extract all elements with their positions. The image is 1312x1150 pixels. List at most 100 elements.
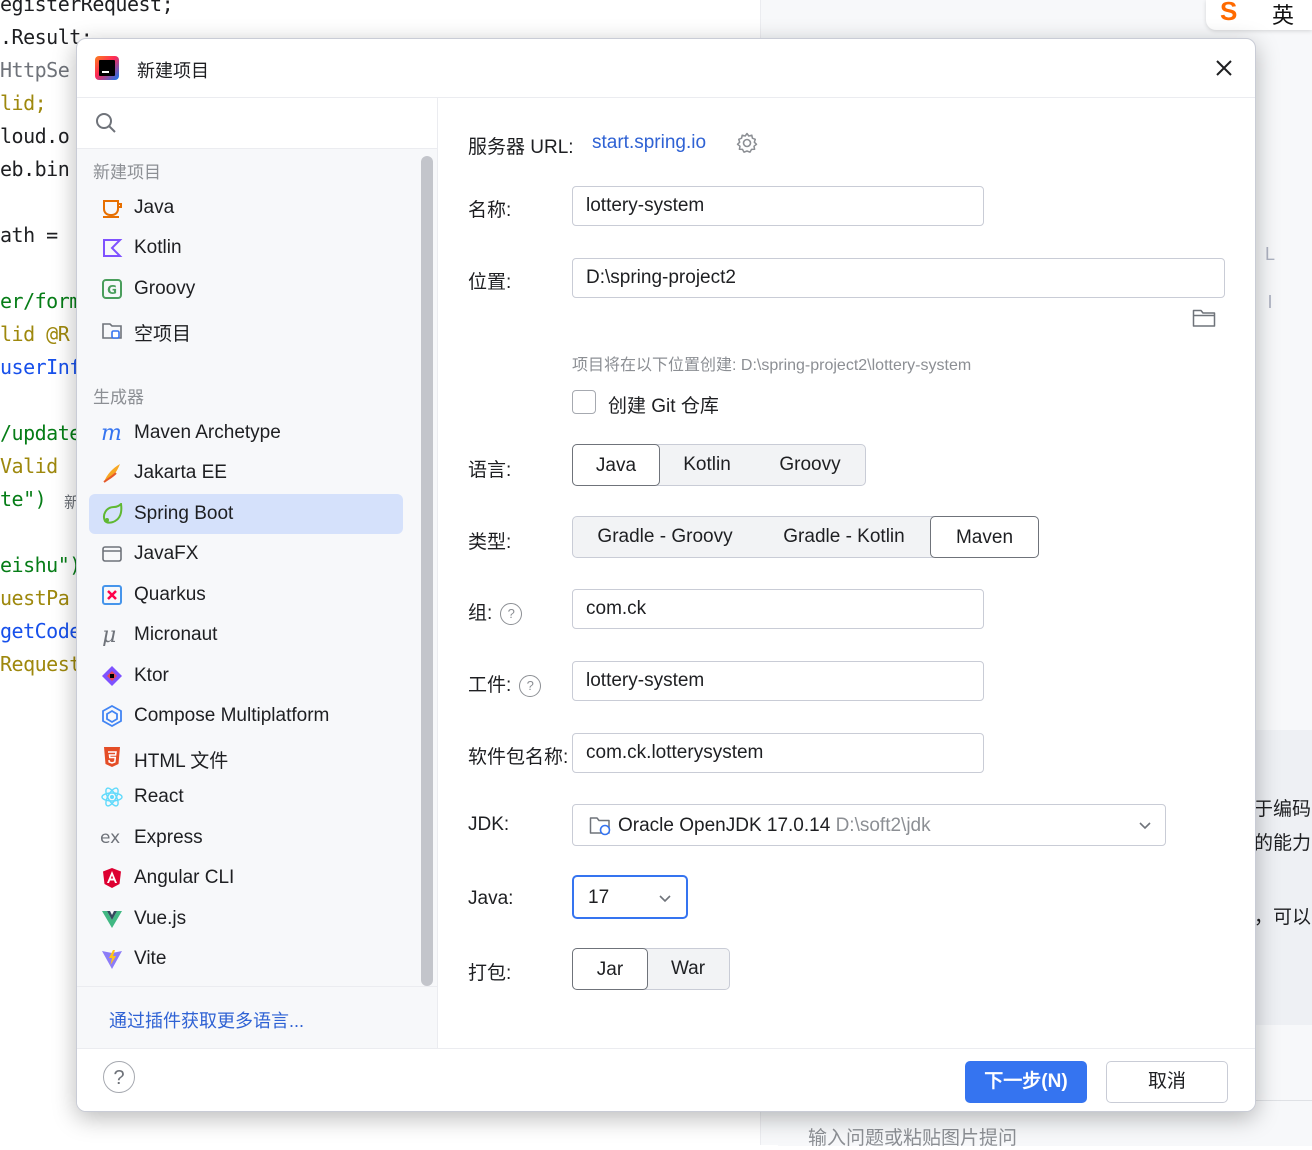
- java-cup-icon: [103, 200, 122, 218]
- sidebar-item-label: HTML 文件: [134, 751, 229, 772]
- create-git-checkbox[interactable]: [572, 390, 596, 414]
- sidebar-item-label: Vue.js: [134, 908, 187, 929]
- section-new-project: 新建项目: [93, 163, 161, 182]
- sidebar-item-label: Maven Archetype: [134, 422, 281, 443]
- sidebar-item-spring-boot[interactable]: Spring Boot: [89, 494, 403, 534]
- sidebar-item-vuejs[interactable]: Vue.js: [89, 899, 403, 939]
- sidebar-item-java[interactable]: Java: [89, 188, 403, 228]
- create-git-label[interactable]: 创建 Git 仓库: [608, 391, 719, 418]
- code-line: eb.bin: [0, 157, 70, 181]
- sidebar-item-vite[interactable]: Vite: [89, 939, 403, 979]
- sidebar-item-micronaut[interactable]: μ Micronaut: [89, 615, 403, 655]
- bg-snippet: ，可以: [1254, 907, 1312, 928]
- code-line: /update: [0, 421, 81, 445]
- dialog-titlebar: 新建项目: [77, 39, 1255, 98]
- ime-language-indicator[interactable]: 英: [1272, 0, 1294, 30]
- code-line: egisterRequest;: [0, 0, 174, 16]
- sidebar-item-label: React: [134, 786, 184, 807]
- packaging-option-war[interactable]: War: [648, 948, 728, 990]
- language-option-groovy[interactable]: Groovy: [757, 444, 863, 486]
- help-icon[interactable]: ?: [519, 674, 542, 697]
- chevron-down-icon: [659, 895, 671, 903]
- server-url-link[interactable]: start.spring.io: [592, 132, 706, 154]
- sidebar-item-maven-archetype[interactable]: m Maven Archetype: [89, 413, 403, 453]
- sidebar-item-compose-multiplatform[interactable]: Compose Multiplatform: [89, 696, 403, 736]
- sidebar-search[interactable]: [77, 98, 437, 149]
- code-line: getCode: [0, 619, 81, 643]
- sidebar-scrollbar[interactable]: [421, 156, 433, 986]
- sidebar-item-javafx[interactable]: JavaFX: [89, 534, 403, 574]
- sidebar-item-react[interactable]: React: [89, 777, 403, 817]
- bg-snippet: 的能力.: [1254, 833, 1312, 854]
- packaging-label: 打包:: [468, 963, 512, 984]
- kotlin-icon: [103, 239, 123, 257]
- code-line: ath =: [0, 223, 58, 247]
- name-input[interactable]: lottery-system: [572, 186, 984, 226]
- sidebar-item-jakarta-ee[interactable]: Jakarta EE: [89, 453, 403, 493]
- group-input[interactable]: com.ck: [572, 589, 984, 629]
- type-option-maven[interactable]: Maven: [930, 516, 1039, 558]
- angular-icon: [103, 868, 121, 888]
- location-input[interactable]: D:\spring-project2: [572, 258, 1225, 298]
- language-option-kotlin[interactable]: Kotlin: [661, 444, 753, 486]
- html5-icon: [104, 747, 120, 767]
- location-hint: 项目将在以下位置创建: D:\spring-project2\lottery-s…: [572, 357, 972, 374]
- ime-toolbar[interactable]: S 英: [1206, 0, 1312, 30]
- javafx-icon: [102, 546, 122, 562]
- code-line: eishu"): [0, 553, 81, 577]
- code-line: userInf: [0, 355, 81, 379]
- java-version-value: 17: [588, 887, 610, 908]
- sidebar-item-html[interactable]: HTML 文件: [89, 737, 403, 777]
- package-name-input[interactable]: com.ck.lotterysystem: [572, 733, 984, 773]
- jdk-folder-icon: [589, 817, 611, 836]
- background-gutter-mark: I: [1267, 292, 1273, 312]
- sidebar-item-express[interactable]: ex Express: [89, 818, 403, 858]
- jdk-label: JDK:: [468, 814, 510, 835]
- artifact-label: 工件:?: [468, 670, 542, 697]
- package-name-label: 软件包名称:: [468, 747, 569, 768]
- next-button[interactable]: 下一步(N): [965, 1061, 1087, 1103]
- packaging-segmented-control: Jar War: [572, 948, 730, 990]
- maven-icon: m: [101, 422, 122, 444]
- group-label: 组:?: [468, 598, 523, 625]
- language-option-java[interactable]: Java: [572, 444, 660, 486]
- code-line: er/form: [0, 289, 81, 313]
- empty-project-icon: [102, 323, 122, 339]
- gear-icon[interactable]: [736, 132, 758, 154]
- get-more-languages-link[interactable]: 通过插件获取更多语言...: [109, 1007, 304, 1033]
- sidebar-item-label: Kotlin: [134, 237, 182, 258]
- close-button[interactable]: [1207, 51, 1241, 85]
- sidebar-item-kotlin[interactable]: Kotlin: [89, 228, 403, 268]
- sidebar-item-quarkus[interactable]: Quarkus: [89, 575, 403, 615]
- type-option-gradle-groovy[interactable]: Gradle - Groovy: [573, 516, 757, 558]
- dialog-footer: ? 下一步(N) 取消: [77, 1048, 1255, 1111]
- help-button[interactable]: ?: [103, 1061, 135, 1093]
- sidebar-item-label: Quarkus: [134, 584, 206, 605]
- jdk-select[interactable]: Oracle OpenJDK 17.0.14 D:\soft2\jdk: [572, 804, 1166, 846]
- vue-icon: [102, 911, 122, 928]
- new-project-dialog: 新建项目 新建项目 Java Kotlin G Groovy 空项目 生成器 m: [76, 38, 1256, 1112]
- java-version-select[interactable]: 17: [572, 875, 688, 919]
- sidebar-item-label: Ktor: [134, 665, 169, 686]
- svg-text:μ: μ: [102, 624, 116, 646]
- code-line: lid @R: [0, 322, 70, 346]
- vite-icon: [102, 950, 122, 969]
- type-segmented-control: Gradle - Groovy Gradle - Kotlin Maven: [572, 516, 1039, 558]
- cancel-button[interactable]: 取消: [1106, 1061, 1228, 1103]
- sidebar-item-empty-project[interactable]: 空项目: [89, 310, 403, 350]
- artifact-input[interactable]: lottery-system: [572, 661, 984, 701]
- intellij-logo-icon: [95, 56, 119, 80]
- location-value: D:\spring-project2: [586, 267, 736, 288]
- chevron-down-icon: [1139, 822, 1151, 830]
- spring-boot-icon: [103, 503, 123, 524]
- sidebar-item-groovy[interactable]: G Groovy: [89, 269, 403, 309]
- section-generators: 生成器: [93, 388, 144, 407]
- folder-icon[interactable]: [1192, 308, 1216, 328]
- sidebar-item-ktor[interactable]: Ktor: [89, 656, 403, 696]
- sidebar-item-angular-cli[interactable]: Angular CLI: [89, 858, 403, 898]
- packaging-option-jar[interactable]: Jar: [572, 948, 648, 990]
- background-gutter-mark: L: [1264, 244, 1275, 264]
- type-option-gradle-kotlin[interactable]: Gradle - Kotlin: [759, 516, 929, 558]
- help-icon[interactable]: ?: [500, 602, 523, 625]
- sidebar-item-label: Spring Boot: [134, 503, 234, 524]
